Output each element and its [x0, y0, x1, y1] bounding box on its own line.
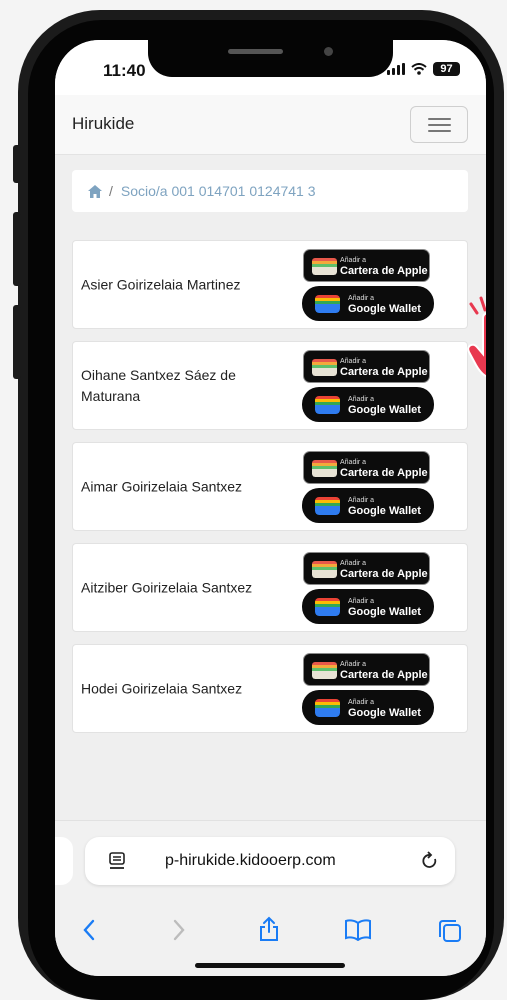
apple-wallet-icon	[312, 561, 337, 578]
member-card: Oihane Santxez Sáez de Maturana Añadir a…	[72, 341, 468, 430]
reload-icon[interactable]	[421, 851, 439, 871]
breadcrumb-separator: /	[109, 183, 113, 199]
apple-button-label: Cartera de Apple	[340, 265, 428, 277]
member-card: Asier Goirizelaia Martinez Añadir a Cart…	[72, 240, 468, 329]
home-icon[interactable]	[88, 184, 102, 198]
add-to-apple-wallet-button[interactable]: Añadir a Cartera de Apple	[303, 552, 430, 585]
google-button-label: Google Wallet	[348, 303, 421, 315]
share-icon[interactable]	[258, 916, 280, 942]
back-chevron-icon[interactable]	[82, 919, 96, 941]
tabs-icon[interactable]	[438, 919, 462, 943]
battery-icon: 97	[433, 62, 460, 76]
breadcrumb: / Socio/a 001 014701 0124741 3	[72, 170, 468, 212]
add-to-apple-wallet-button[interactable]: Añadir a Cartera de Apple	[303, 249, 430, 282]
status-icons: 97	[387, 62, 460, 76]
add-to-apple-wallet-button[interactable]: Añadir a Cartera de Apple	[303, 451, 430, 484]
google-button-label: Google Wallet	[348, 707, 421, 719]
google-wallet-icon	[315, 295, 340, 313]
member-card: Aitziber Goirizelaia Santxez Añadir a Ca…	[72, 543, 468, 632]
add-to-google-wallet-button[interactable]: Añadir a Google Wallet	[302, 488, 434, 523]
brand-title[interactable]: Hirukide	[72, 114, 134, 134]
address-bar[interactable]: p-hirukide.kidooerp.com	[85, 837, 455, 885]
member-name: Asier Goirizelaia Martinez	[81, 276, 241, 292]
signal-icon	[387, 63, 405, 75]
phone-screen: 11:40 97 Hirukide / Socio/a 001 014701 0…	[55, 40, 486, 976]
google-wallet-icon	[315, 598, 340, 616]
forward-chevron-icon[interactable]	[172, 919, 186, 941]
member-name: Aimar Goirizelaia Santxez	[81, 478, 243, 494]
google-button-label: Google Wallet	[348, 606, 421, 618]
front-camera	[324, 47, 333, 56]
member-name: Aitziber Goirizelaia Santxez	[81, 579, 253, 595]
status-time: 11:40	[103, 61, 146, 80]
speaker-grille	[228, 49, 283, 54]
add-to-google-wallet-button[interactable]: Añadir a Google Wallet	[302, 690, 434, 725]
wifi-icon	[411, 63, 427, 75]
google-button-label: Google Wallet	[348, 505, 421, 517]
member-name: Oihane Santxez Sáez de Maturana	[81, 366, 236, 404]
browser-bar: p-hirukide.kidooerp.com	[55, 820, 486, 976]
book-icon[interactable]	[344, 919, 372, 941]
google-button-label: Google Wallet	[348, 404, 421, 416]
status-bar: 11:40 97	[55, 40, 486, 95]
apple-button-label: Cartera de Apple	[340, 568, 428, 580]
member-card: Aimar Goirizelaia Santxez Añadir a Carte…	[72, 442, 468, 531]
add-to-apple-wallet-button[interactable]: Añadir a Cartera de Apple	[303, 653, 430, 686]
apple-wallet-icon	[312, 359, 337, 376]
home-indicator[interactable]	[195, 963, 345, 968]
silent-switch	[13, 145, 21, 183]
add-to-google-wallet-button[interactable]: Añadir a Google Wallet	[302, 286, 434, 321]
url-text: p-hirukide.kidooerp.com	[165, 852, 336, 869]
member-card: Hodei Goirizelaia Santxez Añadir a Carte…	[72, 644, 468, 733]
menu-toggle-button[interactable]	[410, 106, 468, 143]
google-wallet-icon	[315, 497, 340, 515]
apple-button-label: Cartera de Apple	[340, 669, 428, 681]
navbar: Hirukide	[55, 95, 486, 155]
apple-wallet-icon	[312, 460, 337, 477]
google-wallet-icon	[315, 396, 340, 414]
google-wallet-icon	[315, 699, 340, 717]
member-name: Hodei Goirizelaia Santxez	[81, 680, 243, 696]
apple-wallet-icon	[312, 258, 337, 275]
notch	[148, 40, 393, 77]
add-to-google-wallet-button[interactable]: Añadir a Google Wallet	[302, 589, 434, 624]
apple-button-label: Cartera de Apple	[340, 467, 428, 479]
volume-up-button	[13, 212, 21, 286]
apple-button-label: Cartera de Apple	[340, 366, 428, 378]
add-to-apple-wallet-button[interactable]: Añadir a Cartera de Apple	[303, 350, 430, 383]
breadcrumb-current: Socio/a 001 014701 0124741 3	[120, 183, 316, 199]
hand-pointer-icon	[467, 296, 486, 378]
hamburger-icon	[428, 118, 451, 120]
add-to-google-wallet-button[interactable]: Añadir a Google Wallet	[302, 387, 434, 422]
reader-icon[interactable]	[109, 852, 125, 871]
previous-tab-pill[interactable]	[55, 837, 73, 885]
apple-wallet-icon	[312, 662, 337, 679]
volume-down-button	[13, 305, 21, 379]
